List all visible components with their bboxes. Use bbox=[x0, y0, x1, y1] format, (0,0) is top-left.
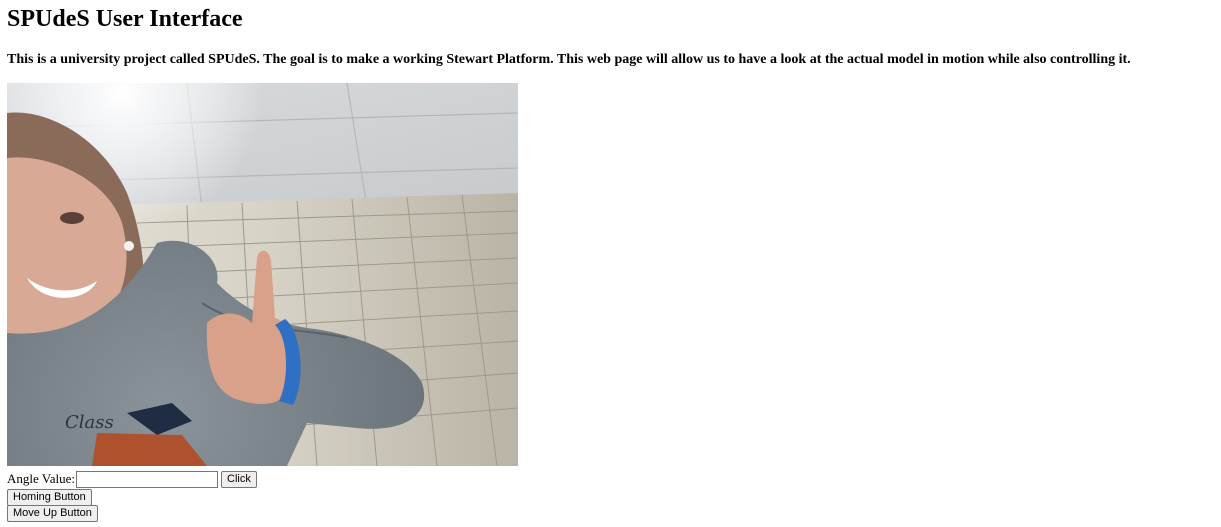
move-up-row: Move Up Button bbox=[7, 503, 98, 522]
page-description: This is a university project called SPUd… bbox=[7, 52, 1131, 67]
angle-control-row: Angle Value: Click bbox=[7, 470, 257, 488]
page-title: SPUdeS User Interface bbox=[7, 6, 243, 32]
webcam-image: Class bbox=[7, 83, 518, 466]
move-up-button[interactable]: Move Up Button bbox=[7, 505, 98, 522]
svg-text:Class: Class bbox=[65, 412, 114, 433]
click-button[interactable]: Click bbox=[221, 470, 257, 488]
angle-value-label: Angle Value: bbox=[7, 471, 75, 486]
video-feed: Class bbox=[7, 83, 518, 466]
angle-value-input[interactable] bbox=[76, 470, 218, 488]
